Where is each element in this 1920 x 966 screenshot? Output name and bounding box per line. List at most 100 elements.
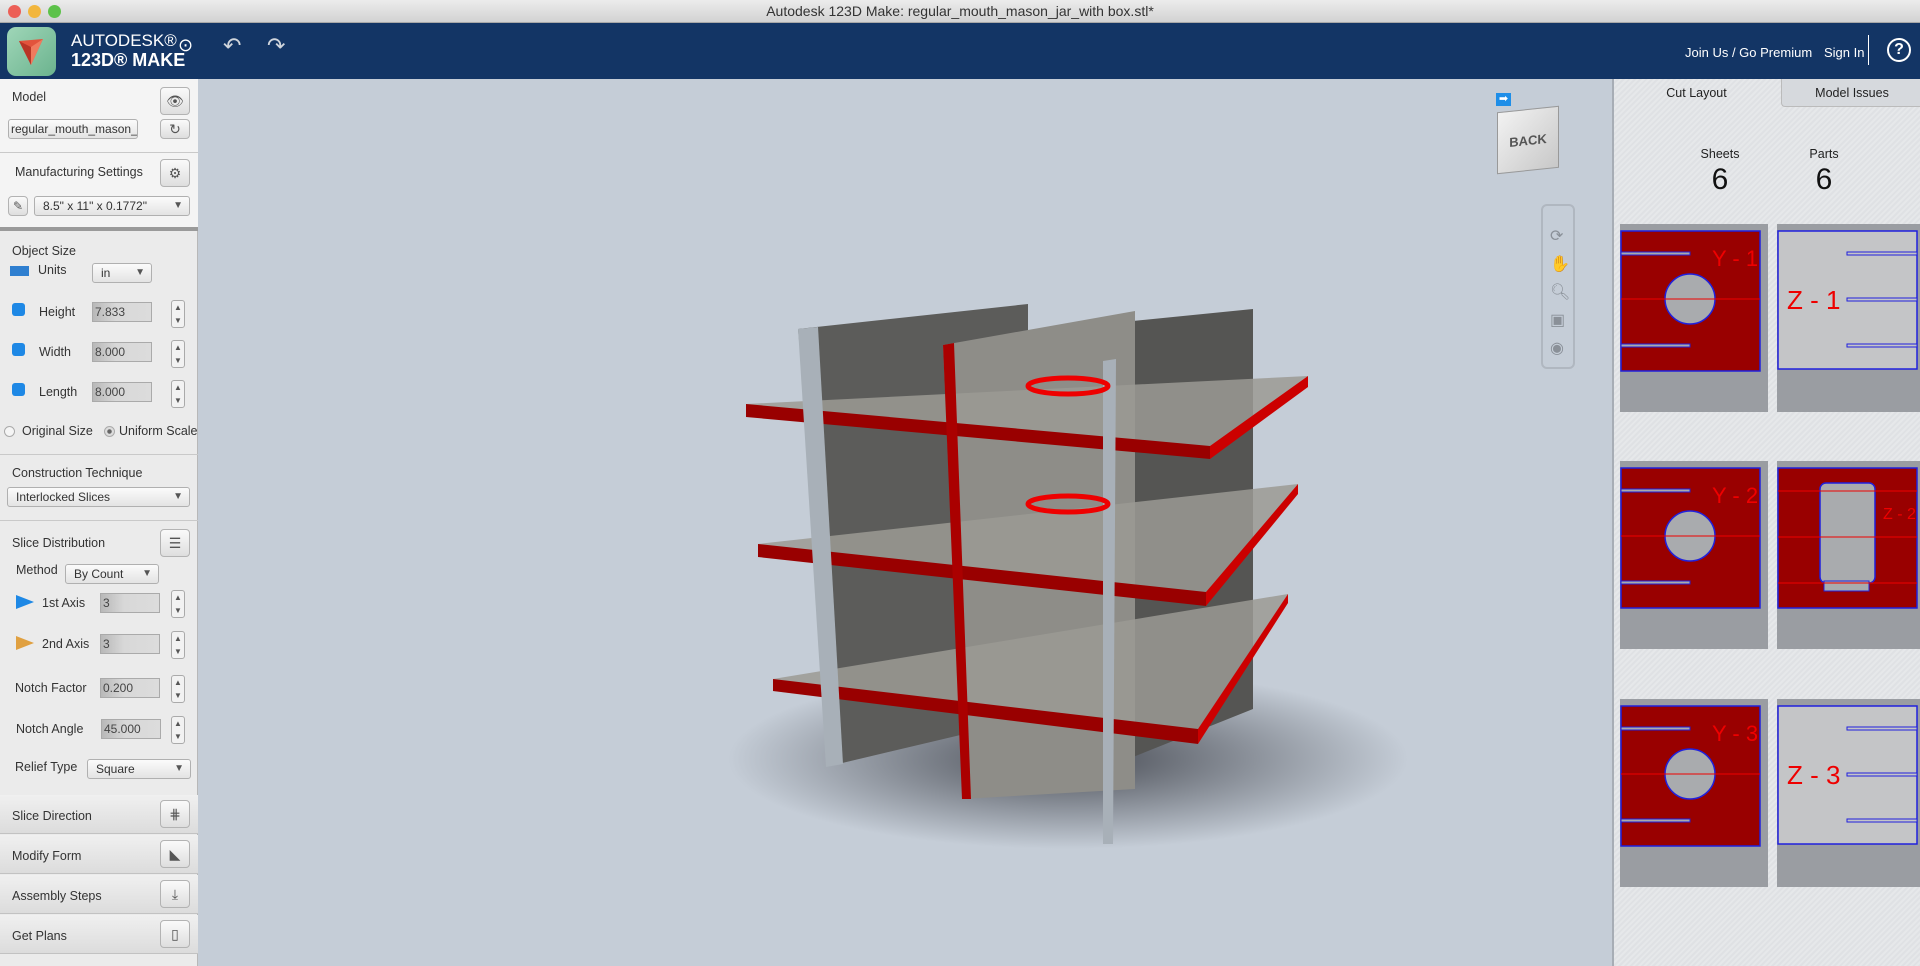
zoom-icon[interactable]: 🔍︎: [1550, 282, 1570, 302]
slice-distribution-button[interactable]: ☰: [160, 529, 190, 557]
assembly-steps-bar[interactable]: Assembly Steps ⤓: [0, 875, 198, 914]
method-value: By Count: [74, 567, 124, 581]
reload-model-button[interactable]: ↻: [160, 119, 190, 139]
assembly-steps-icon[interactable]: ⤓: [160, 880, 190, 908]
edit-material-button[interactable]: ✎: [8, 196, 28, 216]
list-icon: ☰: [168, 535, 182, 551]
orbit-icon[interactable]: ⟳: [1550, 226, 1563, 246]
notch-factor-stepper[interactable]: ▲ ▼: [171, 675, 185, 703]
modify-form-bar[interactable]: Modify Form ◣: [0, 835, 198, 874]
parts-label: Parts: [1809, 147, 1839, 161]
tab-model-issues[interactable]: Model Issues: [1781, 79, 1920, 107]
length-input[interactable]: 8.000: [92, 382, 152, 402]
header-divider: [1868, 35, 1869, 65]
sheets-count: 6: [1711, 163, 1729, 196]
window-title: Autodesk 123D Make: regular_mouth_mason_…: [766, 3, 1154, 19]
units-select[interactable]: in ▼: [92, 263, 152, 283]
construction-label: Construction Technique: [12, 466, 143, 480]
join-premium-link[interactable]: Join Us / Go Premium: [1685, 45, 1812, 60]
sheet-size-select[interactable]: 8.5" x 11" x 0.1772" ▼: [34, 196, 190, 216]
model-file-field[interactable]: regular_mouth_mason_: [8, 119, 138, 139]
right-panel: Cut Layout Model Issues Sheets 6 Parts 6…: [1612, 79, 1920, 966]
assembly-steps-label: Assembly Steps: [12, 889, 102, 903]
first-axis-stepper[interactable]: ▲ ▼: [171, 590, 185, 618]
svg-text:Y - 1: Y - 1: [1712, 246, 1758, 271]
uniform-scale-radio[interactable]: [104, 426, 115, 437]
width-icon: [12, 343, 25, 356]
cut-sheet-thumbnail[interactable]: Z - 1Z-1: [1777, 224, 1920, 412]
cut-sheet-thumbnail[interactable]: Z - 2Z-2: [1777, 461, 1920, 649]
width-stepper[interactable]: ▲ ▼: [171, 340, 185, 368]
view-cube[interactable]: BACK: [1497, 105, 1559, 175]
minimize-window-button[interactable]: [28, 5, 41, 18]
second-axis-input[interactable]: 3: [100, 634, 160, 654]
get-plans-bar[interactable]: Get Plans ▯: [0, 915, 198, 954]
sign-in-link[interactable]: Sign In: [1824, 45, 1864, 60]
manufacturing-label: Manufacturing Settings: [15, 165, 143, 179]
manufacturing-settings-button[interactable]: ⚙: [160, 159, 190, 187]
units-label: Units: [38, 263, 67, 277]
length-stepper[interactable]: ▲ ▼: [171, 380, 185, 408]
undo-icon[interactable]: ↶: [223, 33, 241, 59]
first-axis-input[interactable]: 3: [100, 593, 160, 613]
expand-panel-arrow-icon[interactable]: ➡: [1496, 93, 1511, 106]
width-input[interactable]: 8.000: [92, 342, 152, 362]
app-logo[interactable]: [7, 27, 56, 76]
height-icon: [12, 303, 25, 316]
redo-icon[interactable]: ↷: [267, 33, 285, 59]
second-axis-stepper[interactable]: ▲ ▼: [171, 631, 185, 659]
width-label: Width: [39, 345, 71, 359]
original-size-radio[interactable]: [4, 426, 15, 437]
modify-form-icon[interactable]: ◣: [160, 840, 190, 868]
notch-angle-stepper[interactable]: ▲ ▼: [171, 716, 185, 744]
document-icon[interactable]: ▯: [160, 920, 190, 948]
manufacturing-section: Manufacturing Settings ⚙ ✎ 8.5" x 11" x …: [0, 153, 198, 231]
left-panel: Model 👁 regular_mouth_mason_ ↻ Manufactu…: [0, 79, 198, 966]
height-stepper[interactable]: ▲ ▼: [171, 300, 185, 328]
pan-hand-icon[interactable]: ✋: [1550, 254, 1570, 274]
first-axis-icon: [16, 595, 34, 609]
3d-viewport[interactable]: ➡ BACK ⟳ ✋ 🔍︎ ▣ ◉: [198, 79, 1612, 966]
model-label: Model: [12, 90, 47, 104]
navigation-toolbar: ⟳ ✋ 🔍︎ ▣ ◉: [1541, 204, 1575, 369]
original-size-label: Original Size: [22, 424, 93, 438]
notch-factor-input[interactable]: 0.200: [100, 678, 160, 698]
construction-section: Construction Technique Interlocked Slice…: [0, 455, 198, 521]
parts-count: 6: [1815, 163, 1833, 196]
zoom-window-button[interactable]: [48, 5, 61, 18]
sheet-size-value: 8.5" x 11" x 0.1772": [43, 199, 147, 213]
app-menu-chevron-icon[interactable]: ⊙: [178, 35, 193, 56]
svg-text:Z - 1: Z - 1: [1787, 285, 1840, 315]
gear-icon: ⚙: [168, 165, 182, 181]
slice-direction-label: Slice Direction: [12, 809, 92, 823]
brand-product: 123D® MAKE: [71, 50, 186, 70]
help-icon[interactable]: ?: [1887, 38, 1911, 62]
cut-sheet-thumbnail[interactable]: Z - 3Z-3: [1777, 699, 1920, 887]
svg-text:Y - 2: Y - 2: [1712, 483, 1758, 508]
cut-sheet-thumbnail[interactable]: Y - 3Y-3: [1620, 699, 1768, 887]
height-input[interactable]: 7.833: [92, 302, 152, 322]
slice-direction-icon[interactable]: ⋕: [160, 800, 190, 828]
fit-view-icon[interactable]: ▣: [1550, 310, 1565, 330]
notch-angle-input[interactable]: 45.000: [101, 719, 161, 739]
svg-text:Y - 3: Y - 3: [1712, 721, 1758, 746]
dropdown-arrow-icon: ▼: [173, 491, 183, 502]
construction-value: Interlocked Slices: [16, 490, 111, 504]
cut-sheet-thumbnail[interactable]: Y - 1Y-1: [1620, 224, 1768, 412]
method-select[interactable]: By Count ▼: [65, 564, 159, 584]
refresh-icon: ↻: [169, 121, 181, 137]
height-label: Height: [39, 305, 76, 319]
length-icon: [12, 383, 25, 396]
slice-direction-bar[interactable]: Slice Direction ⋕: [0, 795, 198, 834]
construction-select[interactable]: Interlocked Slices ▼: [7, 487, 190, 507]
cut-sheet-thumbnail[interactable]: Y - 2Y-2: [1620, 461, 1768, 649]
window-titlebar: Autodesk 123D Make: regular_mouth_mason_…: [0, 0, 1920, 23]
view-model-button[interactable]: 👁: [160, 87, 190, 115]
visibility-eye-icon[interactable]: ◉: [1550, 338, 1564, 358]
ruler-icon: [10, 266, 29, 276]
tab-cut-layout[interactable]: Cut Layout: [1614, 79, 1779, 107]
close-window-button[interactable]: [8, 5, 21, 18]
relief-type-select[interactable]: Square ▼: [87, 759, 191, 779]
second-axis-label: 2nd Axis: [42, 637, 90, 651]
first-axis-label: 1st Axis: [42, 596, 86, 610]
